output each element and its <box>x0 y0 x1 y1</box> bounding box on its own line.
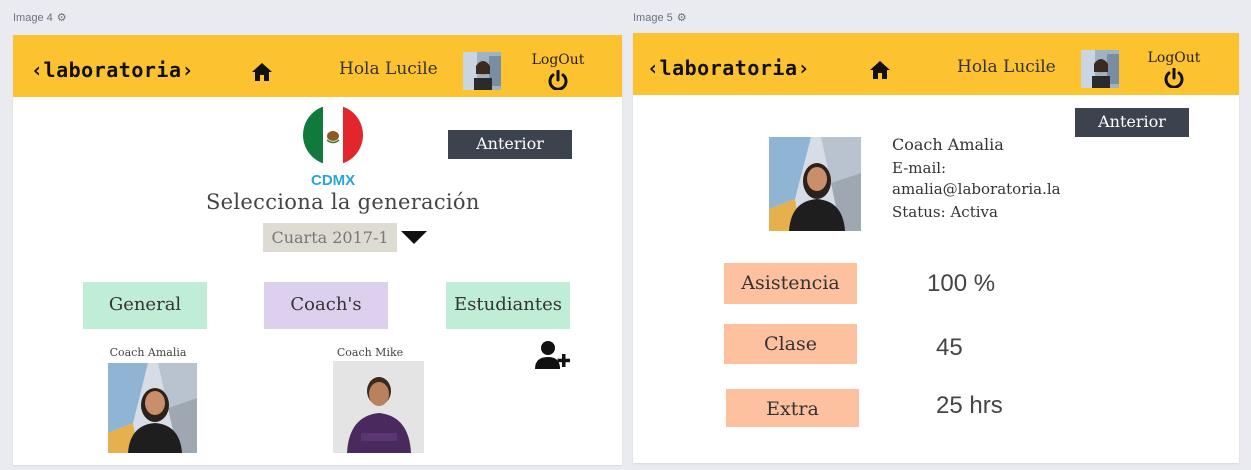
home-icon[interactable] <box>251 62 273 82</box>
logout-label: LogOut <box>531 52 585 68</box>
stat-label-extra: Extra <box>726 389 859 427</box>
greeting-text: Hola Lucile <box>957 57 1056 77</box>
stat-value-clase: 45 <box>936 334 963 361</box>
dropdown-caret-icon[interactable] <box>401 231 427 244</box>
coach-name-mike: Coach Mike <box>336 346 404 359</box>
frame-label-image-4: Image 4 ⚙ <box>13 11 67 25</box>
generation-select[interactable]: Cuarta 2017-1 <box>263 223 397 252</box>
gear-icon[interactable]: ⚙ <box>57 11 67 24</box>
header-bar: ‹laboratoria› Hola Lucile LogOut <box>633 33 1239 95</box>
tab-estudiantes[interactable]: Estudiantes <box>446 282 570 329</box>
screen-coach-list: ‹laboratoria› Hola Lucile LogOut CDMX An… <box>13 35 622 465</box>
coach-name-amalia: Coach Amalia <box>109 346 187 359</box>
coach-status: Status: Activa <box>892 203 998 221</box>
tab-coaches[interactable]: Coach's <box>264 282 388 329</box>
stat-label-asistencia: Asistencia <box>724 263 857 304</box>
coach-photo-amalia[interactable] <box>108 363 197 453</box>
coach-photo-mike[interactable] <box>333 361 424 453</box>
power-icon <box>548 70 568 90</box>
power-icon <box>1164 68 1184 88</box>
screen-coach-detail: ‹laboratoria› Hola Lucile LogOut Anterio… <box>633 33 1239 463</box>
user-avatar[interactable] <box>463 52 501 90</box>
coach-email-label: E-mail: <box>892 159 947 177</box>
laboratoria-logo[interactable]: ‹laboratoria› <box>31 58 194 82</box>
logout-label: LogOut <box>1147 50 1201 66</box>
stat-label-clase: Clase <box>724 324 857 364</box>
stat-value-extra: 25 hrs <box>936 392 1003 419</box>
frame-label-image-5: Image 5 ⚙ <box>633 11 687 25</box>
logout-button[interactable]: LogOut <box>527 52 589 90</box>
stat-value-asistencia: 100 % <box>927 270 996 297</box>
city-label: CDMX <box>311 172 356 189</box>
gear-icon[interactable]: ⚙ <box>677 11 687 24</box>
home-icon[interactable] <box>869 60 891 80</box>
coach-detail-name: Coach Amalia <box>892 135 1004 154</box>
mexico-flag-icon <box>303 105 363 165</box>
greeting-text: Hola Lucile <box>339 59 438 79</box>
laboratoria-logo[interactable]: ‹laboratoria› <box>647 56 810 80</box>
header-bar: ‹laboratoria› Hola Lucile LogOut <box>13 35 622 97</box>
anterior-button[interactable]: Anterior <box>1075 108 1189 137</box>
coach-email: amalia@laboratoria.la <box>892 180 1061 198</box>
user-avatar[interactable] <box>1081 50 1119 88</box>
add-user-icon[interactable] <box>535 340 571 370</box>
tab-general[interactable]: General <box>83 282 207 329</box>
generation-title: Selecciona la generación <box>206 190 480 214</box>
logout-button[interactable]: LogOut <box>1143 50 1205 88</box>
anterior-button[interactable]: Anterior <box>448 130 572 159</box>
coach-photo-amalia <box>769 137 861 231</box>
